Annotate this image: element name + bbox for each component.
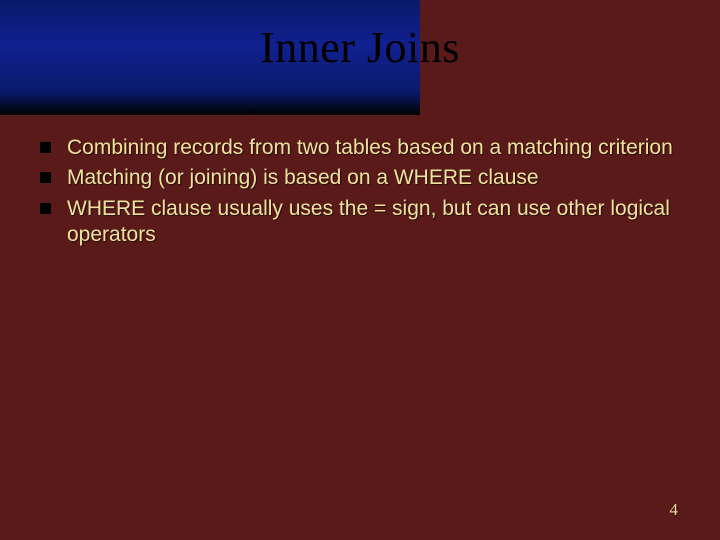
list-item: Combining records from two tables based … <box>40 135 680 161</box>
bullet-text: WHERE clause usually uses the = sign, bu… <box>67 196 680 249</box>
square-bullet-icon <box>40 203 51 214</box>
bullet-text: Combining records from two tables based … <box>67 135 680 161</box>
slide: Inner Joins Combining records from two t… <box>0 0 720 540</box>
list-item: WHERE clause usually uses the = sign, bu… <box>40 196 680 249</box>
list-item: Matching (or joining) is based on a WHER… <box>40 165 680 191</box>
bullet-text: Matching (or joining) is based on a WHER… <box>67 165 680 191</box>
square-bullet-icon <box>40 142 51 153</box>
slide-title: Inner Joins <box>0 22 720 73</box>
page-number: 4 <box>670 500 679 520</box>
slide-body: Combining records from two tables based … <box>40 135 680 252</box>
square-bullet-icon <box>40 172 51 183</box>
